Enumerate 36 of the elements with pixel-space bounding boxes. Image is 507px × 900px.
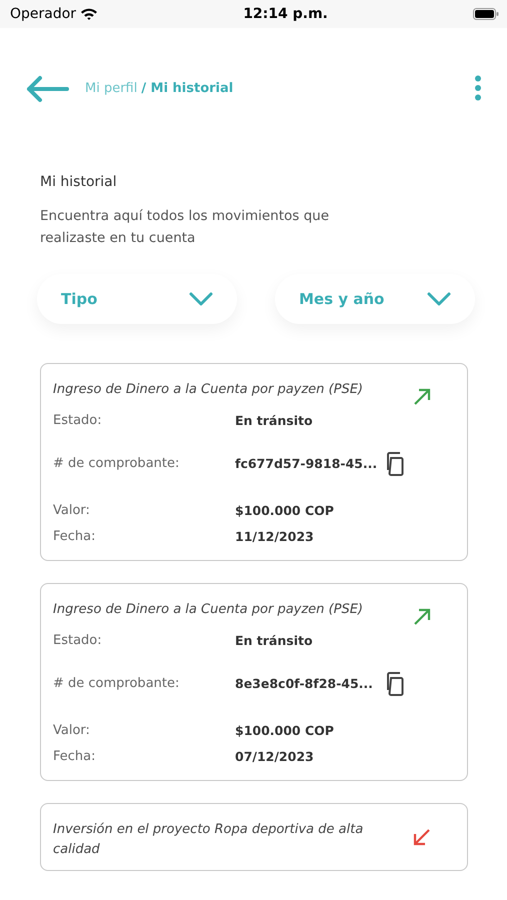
movement-title: Inversión en el proyecto Ropa deportiva de alta calidad: [53, 821, 364, 859]
battery-icon: [473, 8, 499, 20]
field-value: 11/12/2023: [235, 528, 314, 546]
field-label: Fecha:: [53, 748, 96, 766]
field-label: Estado:: [53, 412, 103, 430]
wifi-icon: [80, 7, 98, 21]
breadcrumb-current: / Mi historial: [141, 80, 234, 98]
clock-time: 12:14 p.m.: [243, 6, 328, 22]
arrow-down-left-icon: [413, 828, 431, 846]
field-value: En tránsito: [235, 632, 313, 650]
field-value: fc677d57-9818-45...: [235, 454, 378, 473]
field-label: Estado:: [53, 632, 103, 650]
back-arrow-icon[interactable]: [25, 75, 69, 103]
more-options-icon[interactable]: [474, 75, 482, 101]
section-title: Mi historial: [40, 173, 118, 192]
field-value: En tránsito: [235, 412, 313, 430]
chevron-down-icon: [427, 292, 451, 306]
filter-dropdown[interactable]: Mes y año: [275, 274, 475, 324]
chevron-down-icon: [189, 292, 213, 306]
field-value: $100.000 COP: [235, 722, 334, 740]
movement-title: Ingreso de Dinero a la Cuenta por payzen (PSE): [53, 381, 363, 399]
arrow-up-right-icon: [413, 388, 431, 406]
field-value: $100.000 COP: [235, 502, 334, 520]
field-label: # de comprobante:: [53, 675, 180, 694]
movement-title: Ingreso de Dinero a la Cuenta por payzen (PSE): [53, 601, 363, 619]
field-label: Valor:: [53, 722, 91, 740]
field-label: Fecha:: [53, 528, 96, 546]
field-value: 07/12/2023: [235, 748, 314, 766]
field-label: Valor:: [53, 502, 91, 520]
field-value: 8e3e8c0f-8f28-45...: [235, 674, 373, 693]
field-label: # de comprobante:: [53, 455, 180, 474]
filter-dropdown[interactable]: Tipo: [37, 274, 237, 324]
carrier-name: Operador: [10, 4, 76, 24]
breadcrumb-link[interactable]: Mi perfil: [85, 79, 138, 98]
section-description: Encuentra aquí todos los movimientos que realizaste en tu cuenta: [40, 207, 330, 248]
arrow-up-right-icon: [413, 608, 431, 626]
